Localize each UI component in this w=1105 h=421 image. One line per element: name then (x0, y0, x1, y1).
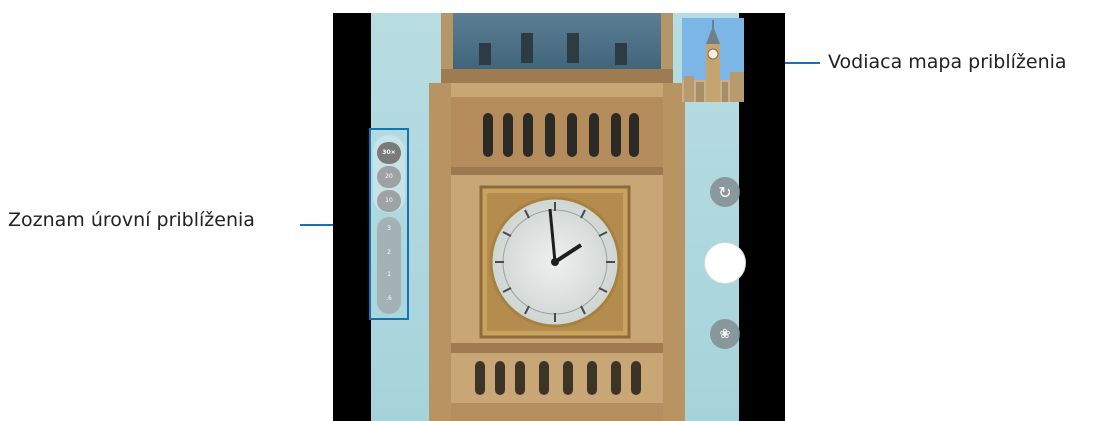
zoom-level-30x[interactable]: 30× (377, 142, 401, 164)
zoom-map-callout-label: Vodiaca mapa priblíženia (828, 51, 1067, 73)
switch-camera-button[interactable]: ↻ (710, 177, 740, 207)
effects-button[interactable]: ❀ (710, 319, 740, 349)
zoom-levels-callout-label: Zoznam úrovní priblíženia (8, 209, 255, 231)
zoom-level-2[interactable]: 2 (377, 242, 401, 264)
zoom-level-3[interactable]: 3 (377, 218, 401, 240)
guide-map-thumbnail-image (682, 18, 744, 102)
flower-icon: ❀ (719, 326, 731, 342)
zoom-level-10[interactable]: 10 (377, 190, 401, 212)
zoom-guide-map[interactable] (682, 18, 744, 102)
zoom-level-1[interactable]: 1 (377, 264, 401, 286)
refresh-icon: ↻ (718, 182, 732, 202)
zoom-level-20[interactable]: 20 (377, 166, 401, 188)
shutter-button[interactable] (704, 242, 746, 284)
zoom-level-0-6[interactable]: .6 (377, 288, 401, 310)
